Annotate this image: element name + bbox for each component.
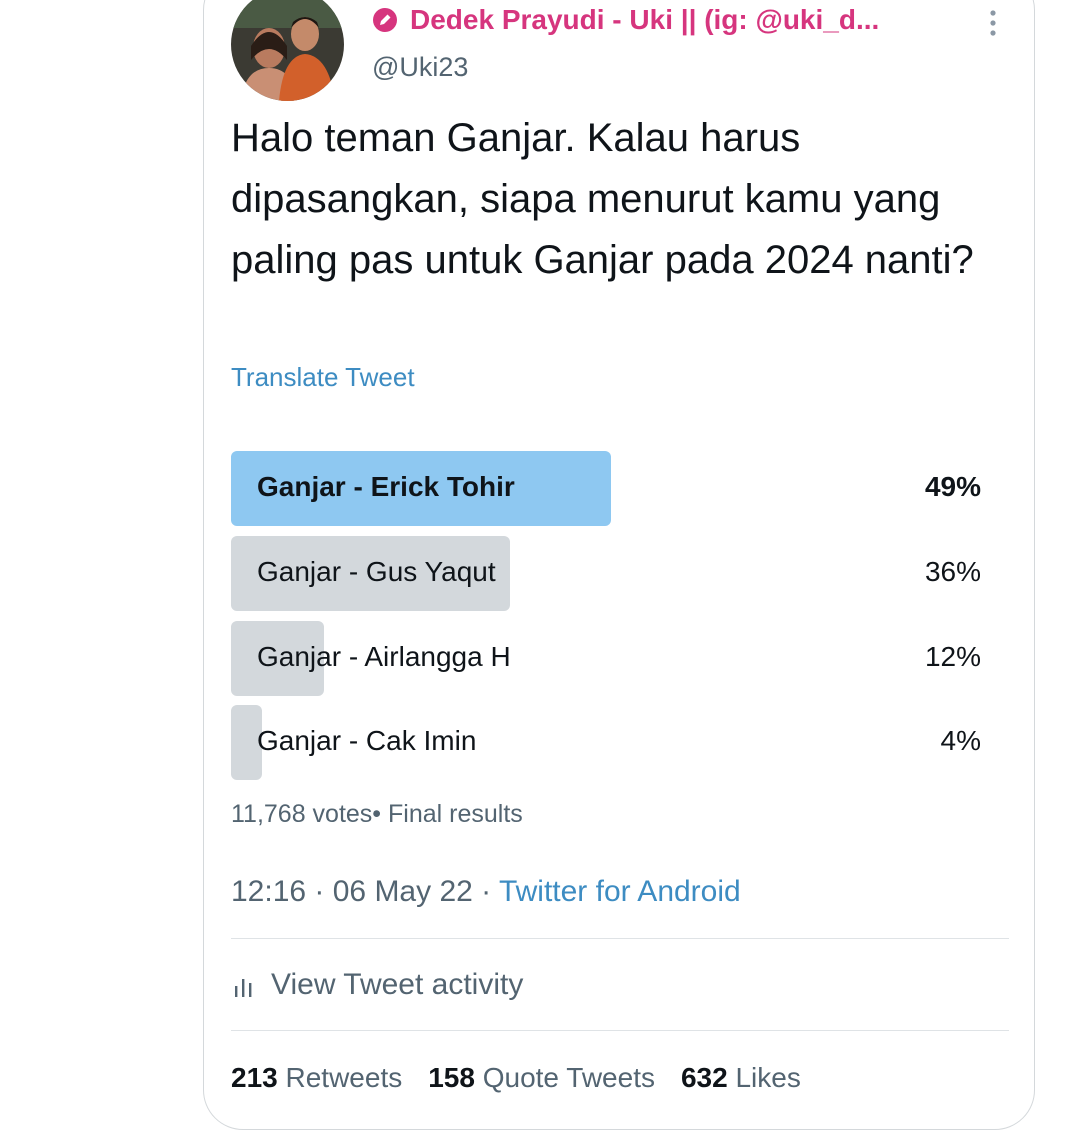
poll-option: Ganjar - Gus Yaqut 36% — [231, 536, 981, 611]
tweet-time-date[interactable]: 12:16 · 06 May 22 · — [231, 875, 499, 908]
author-display-name[interactable]: Dedek Prayudi - Uki || (ig: @uki_d... — [372, 4, 879, 36]
pencil-icon — [372, 7, 398, 33]
tweet-timestamp: 12:16 · 06 May 22 · Twitter for Android — [231, 875, 741, 909]
more-options-icon[interactable] — [983, 8, 1003, 38]
translate-tweet-link[interactable]: Translate Tweet — [231, 362, 415, 393]
author-name-text: Dedek Prayudi - Uki || (ig: @uki_d... — [410, 4, 880, 35]
poll-option-percent: 49% — [924, 471, 981, 502]
bar-chart-icon — [231, 972, 257, 998]
poll-option: Ganjar - Cak Imin 4% — [231, 705, 981, 780]
poll-summary: 11,768 votes• Final results — [231, 800, 523, 828]
poll-option-label: Ganjar - Airlangga H — [257, 641, 511, 672]
divider — [231, 1030, 1009, 1031]
author-handle[interactable]: @Uki23 — [372, 52, 468, 83]
retweets-count: 213 — [231, 1062, 278, 1093]
retweets-label: Retweets — [285, 1062, 403, 1093]
view-tweet-activity-button[interactable]: View Tweet activity — [231, 968, 523, 1002]
poll-option-label: Ganjar - Erick Tohir — [257, 471, 515, 502]
likes-label: Likes — [735, 1062, 801, 1093]
poll-option-percent: 12% — [924, 641, 981, 672]
poll-option: Ganjar - Airlangga H 12% — [231, 621, 981, 696]
divider — [231, 938, 1009, 939]
tweet-text: Halo teman Ganjar. Kalau harus dipasangk… — [231, 116, 974, 282]
retweets-stat[interactable]: 213 Retweets — [231, 1062, 402, 1093]
poll-option-label: Ganjar - Cak Imin — [257, 725, 477, 756]
poll-option-percent: 4% — [940, 725, 981, 756]
poll-option-percent: 36% — [924, 556, 981, 587]
likes-count: 632 — [680, 1062, 728, 1093]
likes-stat[interactable]: 632 Likes — [681, 1062, 801, 1093]
poll-option: Ganjar - Erick Tohir 49% — [231, 451, 981, 526]
quote-tweets-label: Quote Tweets — [482, 1062, 655, 1093]
quote-tweets-stat[interactable]: 158 Quote Tweets — [428, 1062, 655, 1093]
view-tweet-activity-label: View Tweet activity — [271, 968, 524, 1001]
poll-option-label: Ganjar - Gus Yaqut — [257, 556, 496, 587]
tweet-stats: 213 Retweets 158 Quote Tweets 632 Likes — [231, 1062, 801, 1094]
tweet-source-link[interactable]: Twitter for Android — [499, 875, 741, 908]
quote-tweets-count: 158 — [428, 1062, 475, 1093]
